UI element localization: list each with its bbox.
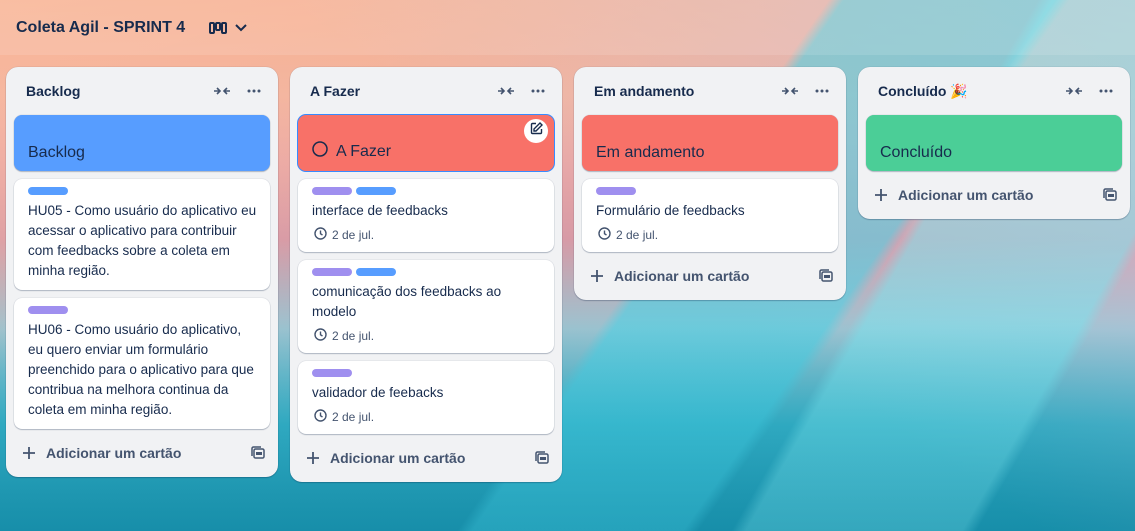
board-view-switcher[interactable] bbox=[203, 14, 253, 42]
plus-icon bbox=[22, 446, 36, 460]
list-header: Backlog bbox=[6, 67, 278, 115]
cover-card[interactable]: Backlog bbox=[14, 115, 270, 171]
card[interactable]: comunicação dos feedbacks ao modelo 2 de… bbox=[298, 260, 554, 353]
add-card-label: Adicionar um cartão bbox=[898, 187, 1034, 203]
board-header: Coleta Agil - SPRINT 4 bbox=[0, 0, 1135, 55]
card-label-purple[interactable] bbox=[312, 268, 352, 276]
clock-icon bbox=[598, 227, 611, 243]
plus-icon bbox=[874, 188, 888, 202]
edit-card-button[interactable] bbox=[524, 119, 548, 143]
collapse-list-icon[interactable] bbox=[208, 77, 236, 105]
due-date-badge[interactable]: 2 de jul. bbox=[312, 409, 542, 425]
list-title[interactable]: Concluído 🎉 bbox=[878, 83, 1060, 100]
card[interactable]: HU05 - Como usuário do aplicativo eu ace… bbox=[14, 179, 270, 290]
due-date-text: 2 de jul. bbox=[332, 410, 375, 424]
add-card-label: Adicionar um cartão bbox=[614, 268, 750, 284]
cover-card[interactable]: Concluído bbox=[866, 115, 1122, 171]
cover-card-title: Em andamento bbox=[596, 144, 705, 161]
cover-card-title: A Fazer bbox=[336, 142, 392, 160]
card-label-blue[interactable] bbox=[356, 268, 396, 276]
card-title: Formulário de feedbacks bbox=[596, 203, 745, 218]
card-title: comunicação dos feedbacks ao modelo bbox=[312, 284, 502, 319]
due-date-text: 2 de jul. bbox=[332, 329, 375, 343]
plus-icon bbox=[590, 269, 604, 283]
cover-card[interactable]: A Fazer bbox=[298, 115, 554, 171]
due-date-text: 2 de jul. bbox=[332, 228, 375, 242]
add-card-button[interactable]: Adicionar um cartão bbox=[858, 175, 1130, 215]
plus-icon bbox=[306, 451, 320, 465]
due-date-badge[interactable]: 2 de jul. bbox=[312, 227, 542, 243]
list-em-andamento: Em andamento Em andamento Formulário de … bbox=[574, 67, 846, 300]
list-title[interactable]: A Fazer bbox=[310, 83, 492, 99]
clock-icon bbox=[314, 227, 327, 243]
board-view-icon bbox=[209, 21, 228, 35]
card-label-purple[interactable] bbox=[596, 187, 636, 195]
cover-card-title: Backlog bbox=[28, 144, 85, 161]
list-title[interactable]: Backlog bbox=[26, 83, 208, 99]
cover-card[interactable]: Em andamento bbox=[582, 115, 838, 171]
card-label-purple[interactable] bbox=[312, 369, 352, 377]
board-title[interactable]: Coleta Agil - SPRINT 4 bbox=[16, 19, 185, 37]
card-label-blue[interactable] bbox=[28, 187, 68, 195]
card-title: HU05 - Como usuário do aplicativo eu ace… bbox=[28, 203, 257, 278]
card-title: HU06 - Como usuário do aplicativo, eu qu… bbox=[28, 322, 254, 417]
cover-card-title: Concluído bbox=[880, 144, 953, 161]
list-header: Em andamento bbox=[574, 67, 846, 115]
card-template-icon[interactable] bbox=[814, 264, 838, 288]
complete-checkbox-icon[interactable] bbox=[312, 141, 328, 162]
card-label-blue[interactable] bbox=[356, 187, 396, 195]
add-card-button[interactable]: Adicionar um cartão bbox=[6, 433, 278, 473]
due-date-badge[interactable]: 2 de jul. bbox=[312, 328, 542, 344]
add-card-button[interactable]: Adicionar um cartão bbox=[574, 256, 846, 296]
due-date-badge[interactable]: 2 de jul. bbox=[596, 227, 826, 243]
list-header: A Fazer bbox=[290, 67, 562, 115]
collapse-list-icon[interactable] bbox=[776, 77, 804, 105]
collapse-list-icon[interactable] bbox=[1060, 77, 1088, 105]
card[interactable]: validador de feebacks 2 de jul. bbox=[298, 361, 554, 434]
collapse-list-icon[interactable] bbox=[492, 77, 520, 105]
pencil-icon bbox=[530, 122, 543, 140]
add-card-button[interactable]: Adicionar um cartão bbox=[290, 438, 562, 478]
list-menu-icon[interactable] bbox=[524, 77, 552, 105]
card-template-icon[interactable] bbox=[246, 441, 270, 465]
card[interactable]: HU06 - Como usuário do aplicativo, eu qu… bbox=[14, 298, 270, 429]
list-menu-icon[interactable] bbox=[808, 77, 836, 105]
list-header: Concluído 🎉 bbox=[858, 67, 1130, 115]
chevron-down-icon bbox=[235, 23, 247, 32]
add-card-label: Adicionar um cartão bbox=[330, 450, 466, 466]
card[interactable]: Formulário de feedbacks 2 de jul. bbox=[582, 179, 838, 252]
card-title: interface de feedbacks bbox=[312, 203, 448, 218]
list-menu-icon[interactable] bbox=[240, 77, 268, 105]
card-template-icon[interactable] bbox=[530, 446, 554, 470]
list-backlog: Backlog Backlog HU05 - Como usuário do a… bbox=[6, 67, 278, 477]
list-title[interactable]: Em andamento bbox=[594, 83, 776, 99]
card-label-purple[interactable] bbox=[28, 306, 68, 314]
card-label-purple[interactable] bbox=[312, 187, 352, 195]
card-title: validador de feebacks bbox=[312, 385, 444, 400]
list-a-fazer: A Fazer A Fazer interface de feedbacks 2… bbox=[290, 67, 562, 482]
card-template-icon[interactable] bbox=[1098, 183, 1122, 207]
clock-icon bbox=[314, 409, 327, 425]
clock-icon bbox=[314, 328, 327, 344]
add-card-label: Adicionar um cartão bbox=[46, 445, 182, 461]
card[interactable]: interface de feedbacks 2 de jul. bbox=[298, 179, 554, 252]
list-menu-icon[interactable] bbox=[1092, 77, 1120, 105]
due-date-text: 2 de jul. bbox=[616, 228, 659, 242]
list-concluido: Concluído 🎉 Concluído Adicionar um cartã… bbox=[858, 67, 1130, 219]
